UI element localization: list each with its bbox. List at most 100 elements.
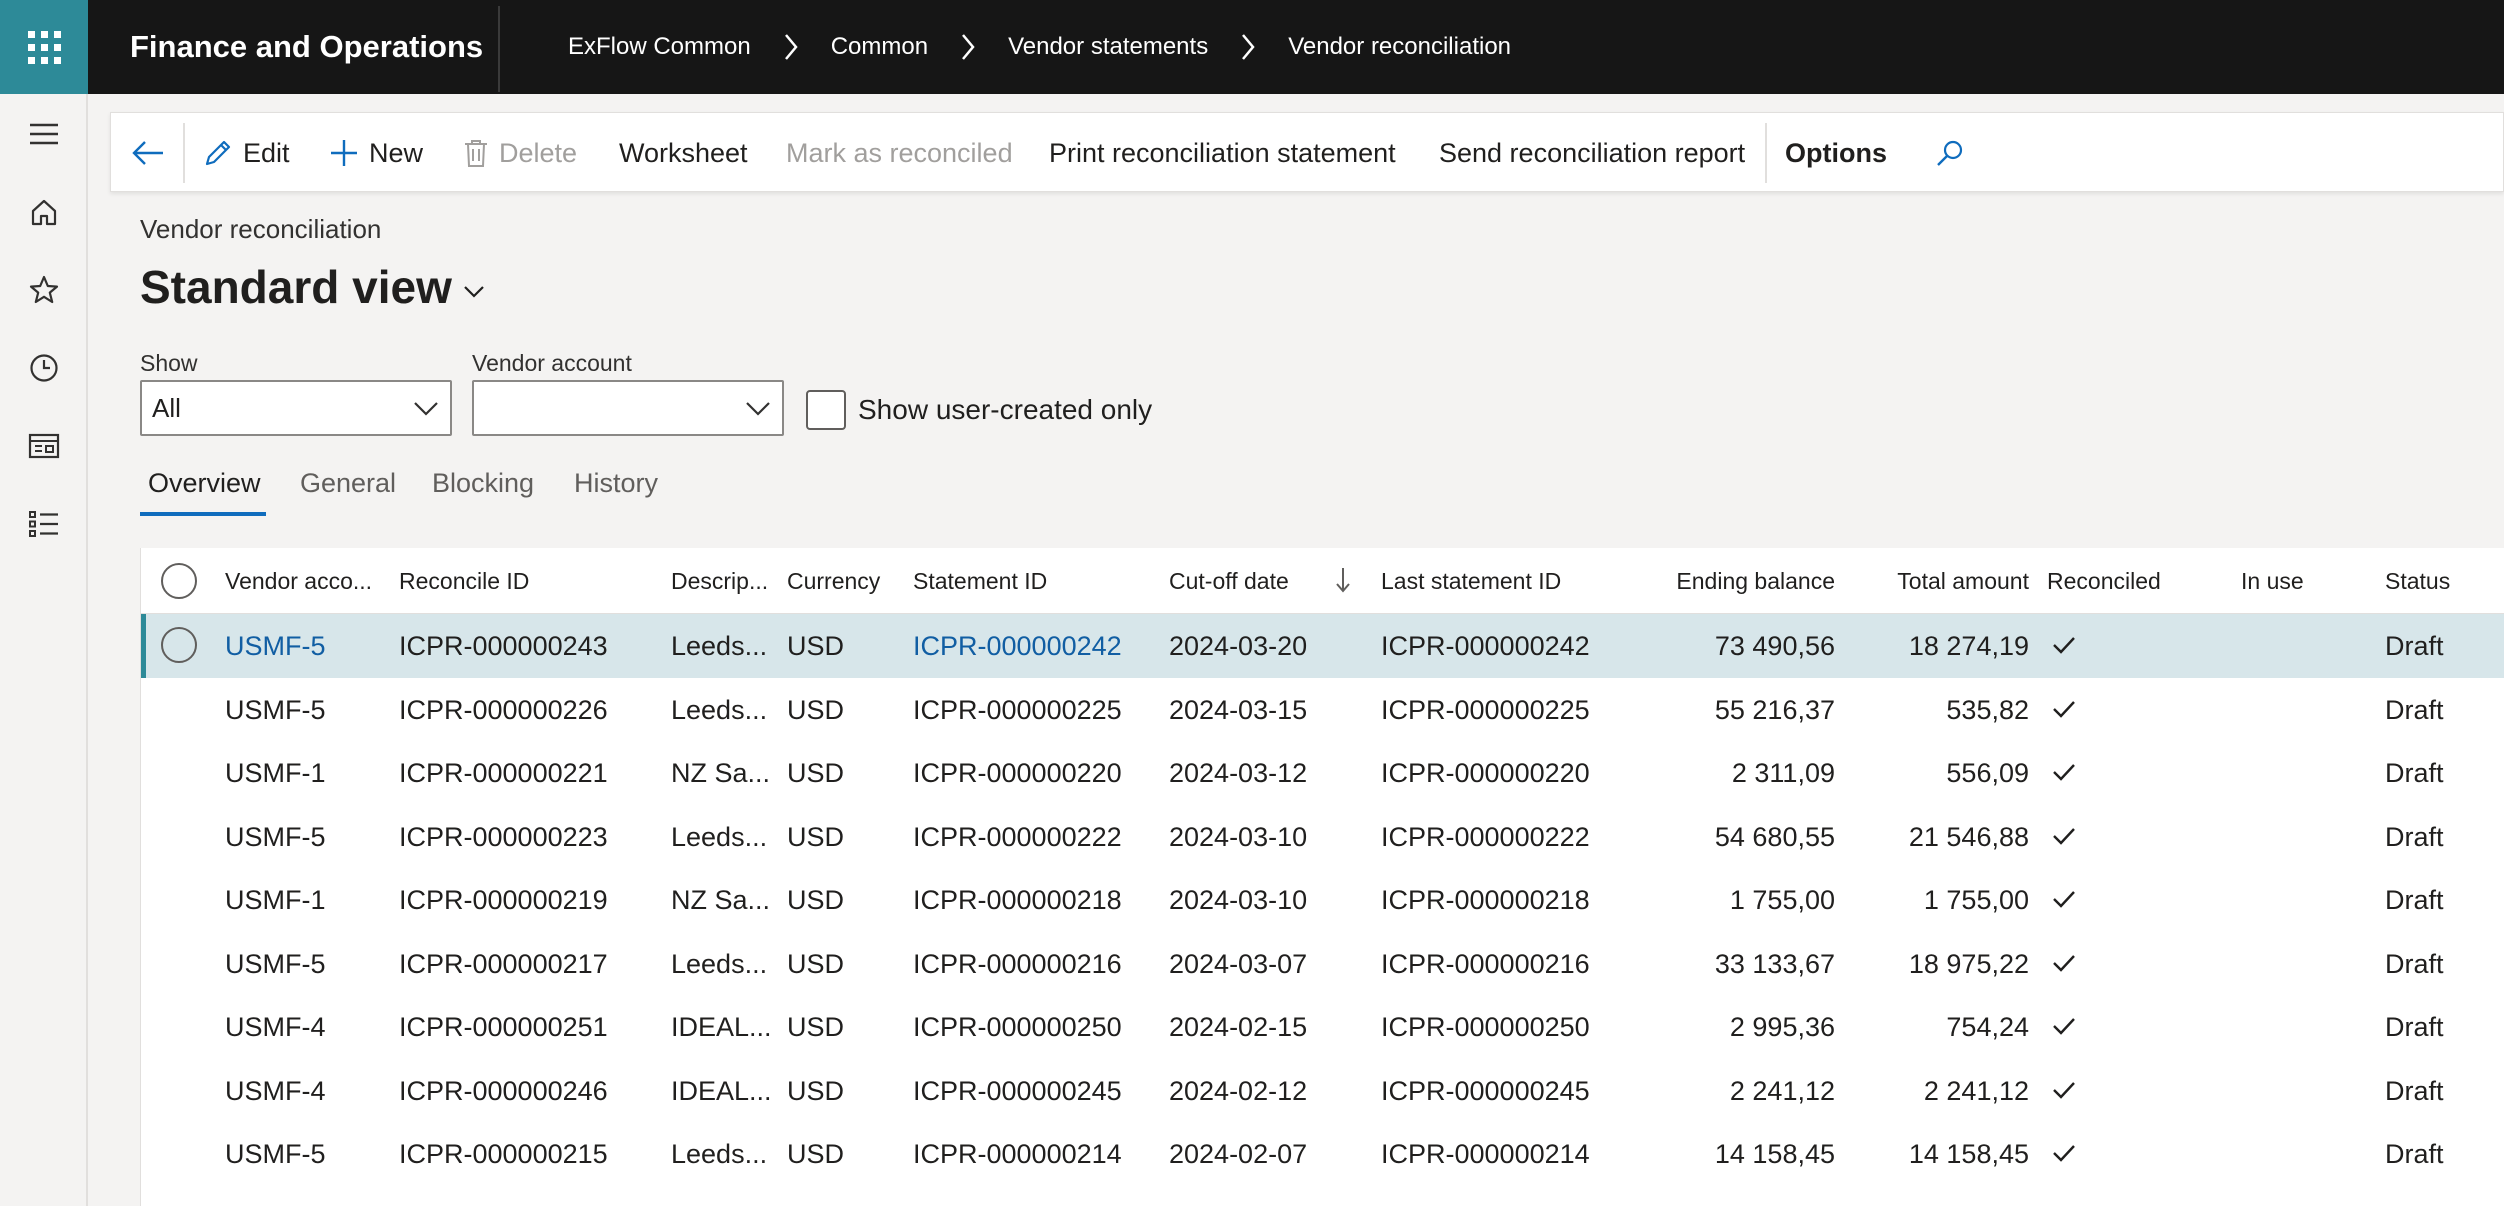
cell-total-amount: 18 274,19 [1908,631,2029,661]
table-row[interactable]: USMF-1 ICPR-000000221 NZ Sa... USD ICPR-0000… [141,741,2504,805]
cell-total-amount: 1 755,00 [1923,885,2029,915]
cell-status: Draft [2385,694,2444,725]
sort-arrow-icon [1336,568,1350,593]
breadcrumb: ExFlow Common Common Vendor statements V… [568,0,1511,94]
column-header-vendor-account[interactable]: Vendor acco... [225,548,372,614]
active-tab-indicator [140,512,266,516]
cell-ending-balance: 73 490,56 [1714,631,1835,661]
cell-description: IDEAL... [671,1075,772,1106]
app-title[interactable]: Finance and Operations [130,0,483,94]
vendor-account-label: Vendor account [472,350,632,376]
favorites-button[interactable] [20,266,68,314]
send-reconciliation-report-button[interactable]: Send reconciliation report [1439,113,1745,193]
chevron-right-icon [928,33,1008,61]
cell-vendor-account: USMF-5 [225,948,326,979]
action-separator [183,123,185,183]
edit-button[interactable]: Edit [203,113,290,193]
cell-ending-balance: 55 216,37 [1714,694,1835,725]
cell-status: Draft [2385,758,2444,788]
show-select[interactable]: All [140,380,452,436]
tab-blocking[interactable]: Blocking [432,468,534,499]
cell-total-amount: 754,24 [1946,1012,2029,1042]
cell-status: Draft [2385,1012,2444,1042]
workspaces-button[interactable] [20,422,68,470]
column-header-last-statement-id[interactable]: Last statement ID [1381,548,1561,614]
column-header-reconcile-id[interactable]: Reconcile ID [399,548,529,614]
table-row[interactable]: USMF-5 ICPR-000000217 Leeds... USD ICPR-0000… [141,932,2504,996]
mark-as-reconciled-button[interactable]: Mark as reconciled [786,113,1013,193]
cell-statement-id: ICPR-000000250 [913,1012,1122,1042]
cell-last-statement-id: ICPR-000000214 [1381,1139,1590,1169]
cell-total-amount: 14 158,45 [1908,1139,2029,1169]
vendor-account-select[interactable] [472,380,784,436]
cell-description: NZ Sa... [671,885,771,915]
checkmark-icon [2053,764,2075,781]
app-launcher-button[interactable] [0,0,88,94]
table-row[interactable]: USMF-4 ICPR-000000246 IDEAL... USD ICPR-0000… [141,1059,2504,1123]
cell-statement-id: ICPR-000000225 [913,694,1122,725]
chevron-down-icon [746,402,770,416]
column-header-ending-balance[interactable]: Ending balance [1641,548,1835,614]
home-button[interactable] [20,188,68,236]
breadcrumb-item[interactable]: ExFlow Common [568,33,751,61]
cell-currency: USD [787,694,845,725]
action-pane: Edit New Delete Worksheet Mark as reconc… [110,112,2504,192]
print-reconciliation-statement-button[interactable]: Print reconciliation statement [1049,113,1396,193]
menu-button[interactable] [20,110,68,158]
home-icon [31,199,57,226]
grid-header: Vendor acco... Reconcile ID Descrip... C… [141,548,2504,614]
plus-icon [331,140,357,166]
tab-general[interactable]: General [300,468,396,499]
tab-overview[interactable]: Overview [148,468,261,499]
breadcrumb-item[interactable]: Vendor statements [1008,33,1208,61]
table-row[interactable]: USMF-5 ICPR-000000215 Leeds... USD ICPR-0000… [141,1122,2504,1186]
checkmark-icon [2053,1081,2075,1099]
cell-description: IDEAL... [671,1012,772,1042]
back-button[interactable] [131,113,175,193]
pencil-icon [205,140,231,166]
column-header-reconciled[interactable]: Reconciled [2047,548,2161,614]
options-button[interactable]: Options [1785,113,1887,193]
cell-statement-id[interactable]: ICPR-000000242 [913,614,1122,678]
cell-cutoff-date: 2024-02-15 [1169,1012,1308,1042]
cell-cutoff-date: 2024-03-10 [1169,885,1308,915]
delete-button[interactable]: Delete [463,113,577,193]
search-button[interactable] [1935,113,1975,193]
breadcrumb-item-current[interactable]: Vendor reconciliation [1288,33,1511,61]
cell-statement-id: ICPR-000000214 [913,1139,1122,1169]
table-row[interactable]: USMF-5 ICPR-000000226 Leeds... USD ICPR-0000… [141,678,2504,742]
worksheet-button[interactable]: Worksheet [619,113,748,193]
chevron-right-icon [1208,33,1288,61]
table-row[interactable]: USMF-4 ICPR-000000251 IDEAL... USD ICPR-0000… [141,995,2504,1059]
tab-history[interactable]: History [574,468,658,499]
column-header-description[interactable]: Descrip... [671,548,768,614]
cell-cutoff-date: 2024-03-07 [1169,948,1308,979]
reconciliation-grid: Vendor acco... Reconcile ID Descrip... C… [140,548,2504,1206]
table-row[interactable]: USMF-5 ICPR-000000223 Leeds... USD ICPR-0000… [141,805,2504,869]
column-header-in-use[interactable]: In use [2241,548,2304,614]
modules-button[interactable] [20,500,68,548]
column-header-statement-id[interactable]: Statement ID [913,548,1047,614]
column-header-status[interactable]: Status [2385,548,2450,614]
recent-button[interactable] [20,344,68,392]
cell-vendor-account[interactable]: USMF-5 [225,614,326,678]
checkmark-icon [2053,700,2075,718]
select-all-radio[interactable] [161,563,197,599]
cell-vendor-account: USMF-4 [225,1075,326,1106]
row-select-radio[interactable] [161,627,197,663]
table-row[interactable]: USMF-1 ICPR-000000219 NZ Sa... USD ICPR-0000… [141,868,2504,932]
view-selector[interactable]: Standard view [140,260,486,314]
new-button[interactable]: New [329,113,423,193]
cell-cutoff-date: 2024-03-10 [1169,821,1308,852]
view-title: Standard view [140,261,452,313]
cell-reconcile-id: ICPR-000000246 [399,1075,608,1106]
show-user-created-only-checkbox[interactable] [806,390,846,430]
breadcrumb-item[interactable]: Common [831,33,928,61]
column-header-total-amount[interactable]: Total amount [1841,548,2029,614]
show-label: Show [140,350,198,376]
column-header-cutoff-date[interactable]: Cut-off date [1169,548,1289,614]
table-row[interactable]: USMF-5 ICPR-000000243 Leeds... USD ICPR-0000… [141,614,2504,678]
column-header-currency[interactable]: Currency [787,548,880,614]
new-label: New [369,137,424,168]
page-caption: Vendor reconciliation [140,214,382,244]
